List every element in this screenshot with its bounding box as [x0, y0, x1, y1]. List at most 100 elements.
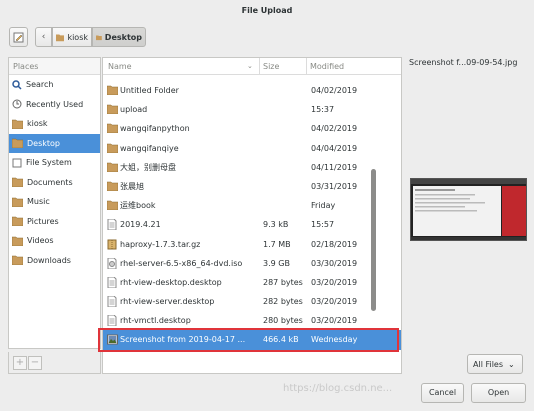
path-back-button[interactable]: ‹	[35, 27, 52, 47]
cell-name: 大姐，别删母盘	[120, 162, 176, 172]
sidebar-item-label: File System	[26, 158, 72, 168]
column-size[interactable]: Size	[263, 58, 279, 75]
folder-icon	[106, 181, 119, 192]
cell-size: 3.9 GB	[263, 258, 290, 268]
window-title: File Upload	[241, 6, 293, 15]
sidebar-item-videos[interactable]: Videos	[9, 231, 100, 251]
sidebar-item-label: Music	[27, 197, 50, 207]
cell-name: Untitled Folder	[120, 86, 179, 95]
disc-image-icon	[107, 257, 118, 270]
toolbar: ‹ kiosk Desktop	[0, 24, 534, 50]
column-modified[interactable]: Modified	[310, 58, 344, 75]
file-rows: Untitled Folder 04/02/2019 upload 15:37 wang…	[103, 81, 401, 350]
sidebar-item-documents[interactable]: Documents	[9, 173, 100, 193]
sidebar-item-desktop[interactable]: Desktop	[9, 133, 100, 153]
table-row[interactable]: 运维book Friday	[103, 196, 401, 215]
type-location-button[interactable]	[9, 27, 28, 47]
table-row[interactable]: Screenshot from 2019-04-17 ... 466.4 kB We…	[103, 330, 401, 350]
breadcrumb-kiosk[interactable]: kiosk	[52, 27, 92, 47]
column-name[interactable]: Name	[108, 58, 132, 75]
text-file-icon	[107, 314, 118, 327]
table-row[interactable]: rhel-server-6.5-x86_64-dvd.iso 3.9 GB 03/3…	[103, 254, 401, 273]
filter-label: All Files	[473, 359, 504, 369]
breadcrumb-kiosk-label: kiosk	[67, 32, 88, 42]
cell-modified: 03/30/2019	[311, 258, 358, 268]
preview-filename: Screenshot f...09-09-54.jpg	[409, 58, 518, 67]
sidebar-item-recently-used[interactable]: Recently Used	[9, 95, 100, 115]
cell-name: Screenshot from 2019-04-17 ...	[120, 335, 246, 345]
cell-size: 466.4 kB	[263, 335, 299, 345]
sidebar-item-label: Documents	[27, 177, 73, 187]
cell-modified: 03/20/2019	[311, 316, 358, 326]
scrollbar-thumb[interactable]	[371, 169, 376, 311]
cell-modified: Wednesday	[311, 335, 358, 345]
cell-name: rht-view-desktop.desktop	[120, 277, 222, 287]
sidebar-item-downloads[interactable]: Downloads	[9, 251, 100, 271]
text-file-icon	[107, 295, 118, 308]
chevron-down-icon: ⌄	[508, 359, 515, 369]
table-row[interactable]: 张晨旭 03/31/2019	[103, 177, 401, 196]
folder-icon	[106, 200, 119, 211]
text-file-icon	[107, 218, 118, 231]
archive-icon	[107, 239, 118, 250]
cell-name: rht-view-server.desktop	[120, 297, 215, 307]
add-bookmark-button[interactable]: +	[13, 355, 27, 370]
cell-modified: Friday	[311, 201, 336, 211]
column-header: Name ⌄ Size Modified	[103, 58, 401, 75]
cell-name: rhel-server-6.5-x86_64-dvd.iso	[120, 258, 243, 268]
sidebar-item-pictures[interactable]: Pictures	[9, 212, 100, 232]
column-divider	[259, 58, 260, 75]
open-button[interactable]: Open	[471, 383, 526, 403]
table-row[interactable]: 2019.4.21 9.3 kB 15:57	[103, 215, 401, 234]
sidebar-item-file-system[interactable]: File System	[9, 153, 100, 173]
file-type-filter-select[interactable]: All Files ⌄	[467, 354, 523, 374]
cell-modified: 15:37	[311, 105, 335, 115]
cell-modified: 15:57	[311, 220, 335, 230]
sidebar-item-music[interactable]: Music	[9, 192, 100, 212]
table-row[interactable]: upload 15:37	[103, 100, 401, 119]
desktop-folder-icon	[12, 138, 23, 149]
table-row[interactable]: wangqifanpython 04/02/2019	[103, 119, 401, 138]
table-row[interactable]: 大姐，别删母盘 04/11/2019	[103, 158, 401, 177]
sidebar-item-label: kiosk	[27, 119, 48, 129]
sidebar-item-label: Pictures	[27, 216, 59, 226]
sidebar-item-label: Desktop	[27, 138, 60, 148]
cell-name: rht-vmctl.desktop	[120, 316, 191, 326]
table-row[interactable]: haproxy-1.7.3.tar.gz 1.7 MB 02/18/2019	[103, 235, 401, 254]
sidebar-item-kiosk[interactable]: kiosk	[9, 114, 100, 134]
column-divider	[306, 58, 307, 75]
cell-name: upload	[120, 105, 148, 115]
cell-size: 1.7 MB	[263, 239, 291, 249]
clock-icon	[12, 99, 22, 109]
breadcrumb-desktop-label: Desktop	[104, 32, 142, 42]
table-row[interactable]: wangqifanqiye 04/04/2019	[103, 139, 401, 158]
cell-modified: 04/02/2019	[311, 86, 358, 95]
cell-name: wangqifanpython	[120, 124, 190, 134]
places-footer: + −	[8, 352, 101, 374]
cell-name: 2019.4.21	[120, 220, 161, 230]
folder-icon	[106, 85, 119, 96]
table-row[interactable]: rht-view-desktop.desktop 287 bytes 03/20/2…	[103, 273, 401, 292]
home-folder-icon	[12, 119, 23, 129]
remove-bookmark-button[interactable]: −	[28, 355, 42, 370]
home-folder-icon	[56, 34, 65, 41]
file-list: Name ⌄ Size Modified Untitled Folder 04/0…	[102, 57, 402, 374]
pencil-icon	[13, 32, 24, 42]
cell-modified: 04/04/2019	[311, 143, 358, 153]
cancel-button[interactable]: Cancel	[421, 383, 464, 403]
sidebar-item-search[interactable]: Search	[9, 75, 100, 95]
music-folder-icon	[12, 197, 23, 207]
screenshot-thumbnail-icon	[411, 179, 526, 240]
table-row[interactable]: rht-view-server.desktop 282 bytes 03/20/20…	[103, 292, 401, 311]
cell-modified: 03/31/2019	[311, 181, 358, 191]
table-row[interactable]: rht-vmctl.desktop 280 bytes 03/20/2019	[103, 311, 401, 330]
sidebar-item-label: Recently Used	[26, 99, 84, 109]
places-sidebar: Places Search Recently Used kiosk Desktop Fi…	[8, 57, 101, 349]
cell-size: 287 bytes	[263, 277, 303, 287]
table-row[interactable]: Untitled Folder 04/02/2019	[103, 81, 401, 100]
cell-size: 280 bytes	[263, 316, 303, 326]
cell-name: 运维book	[120, 201, 156, 211]
desktop-folder-icon	[96, 34, 102, 40]
cell-modified: 03/20/2019	[311, 277, 358, 287]
breadcrumb-desktop[interactable]: Desktop	[92, 27, 146, 47]
